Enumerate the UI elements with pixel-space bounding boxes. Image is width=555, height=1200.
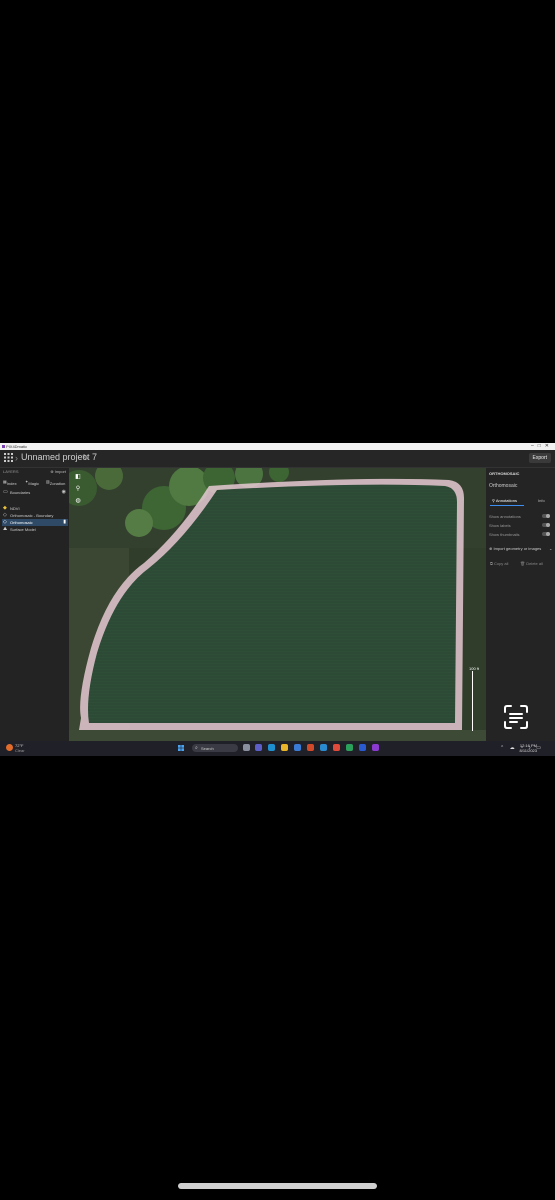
layer-item-orthomosaic[interactable]: ◇ Orthomosaic ▮ <box>2 519 68 526</box>
option-label: Show labels <box>489 523 511 528</box>
pin-icon[interactable]: ⚲ <box>73 484 83 494</box>
chevron-right-icon: › <box>15 453 18 463</box>
edit-pencil-icon[interactable]: ✎ <box>82 453 89 462</box>
panel-tabs: ⚲ Annotations Info <box>488 495 554 506</box>
copy-all-label: Copy all <box>493 561 509 566</box>
weather-desc: Clear <box>15 748 25 753</box>
clock[interactable]: 12:16 PM 8/11/2023 <box>520 743 538 753</box>
outlook-icon[interactable] <box>320 744 327 751</box>
tab-annotations-label: Annotations <box>495 498 517 503</box>
globe-icon[interactable]: ◍ <box>73 496 83 506</box>
map-viewport[interactable]: ◧ ⚲ ◍ 100 ft <box>69 468 486 741</box>
window-title: PIX4Dmatic <box>6 444 28 449</box>
boundaries-label: Boundaries <box>10 490 31 495</box>
scale-label: 100 ft <box>469 666 480 671</box>
pix4d-taskbar-icon[interactable] <box>372 744 379 751</box>
excel-icon[interactable] <box>346 744 353 751</box>
index-label: Index <box>6 481 17 486</box>
map-toolbar: ◧ ⚲ ◍ <box>73 472 87 508</box>
tab-info[interactable]: Info <box>538 498 545 503</box>
boundaries-row[interactable]: ▭ Boundaries ◉ <box>2 489 68 496</box>
boundaries-icon: ▭ <box>3 489 8 495</box>
layer-tools: ▦ Index ✦ Magic ▥ Zonation <box>0 477 69 486</box>
tab-annotations[interactable]: ⚲ Annotations <box>492 498 517 503</box>
layer-label: Surface Model <box>10 527 36 532</box>
delete-all-button[interactable]: 🗑 Delete all <box>520 561 543 566</box>
scale-bar <box>472 671 473 731</box>
weather-icon <box>6 744 13 751</box>
visibility-icon[interactable]: ◉ <box>62 489 66 496</box>
file-explorer-icon[interactable] <box>281 744 288 751</box>
layer-label: Orthomosaic <box>10 520 33 525</box>
ndvi-icon: ◆ <box>3 505 7 511</box>
index-tool[interactable]: ▦ Index <box>3 479 17 486</box>
scan-text-icon[interactable] <box>503 704 529 730</box>
layers-panel: LAYERS ⊕ Import ▦ Index ✦ Magic ▥ Zonati… <box>0 468 70 741</box>
orthomosaic-icon: ◇ <box>3 519 7 525</box>
edge-icon[interactable] <box>268 744 275 751</box>
layer-item-surface-model[interactable]: ⛰ Surface Model <box>2 526 68 533</box>
word-icon[interactable] <box>359 744 366 751</box>
chat-icon[interactable] <box>255 744 262 751</box>
boundary-icon: ◇ <box>3 512 7 518</box>
option-label: Show thumbnails <box>489 532 520 537</box>
properties-panel: ORTHOMOSAIC Orthomosaic ⚲ Annotations In… <box>486 468 555 741</box>
app-screenshot: PIX4Dmatic –□✕ › Unnamed project 7 ✎ Exp… <box>0 443 555 756</box>
layers-header: LAYERS <box>3 469 19 474</box>
windows-start-icon[interactable] <box>178 745 184 751</box>
window-controls[interactable]: –□✕ <box>531 443 553 450</box>
search-icon: ⌕ <box>195 745 198 751</box>
import-button[interactable]: ⊕ Import <box>50 469 66 474</box>
show-labels-toggle[interactable] <box>542 523 550 527</box>
layers-toggle-icon[interactable]: ◧ <box>73 472 83 482</box>
chevron-down-icon[interactable]: ⌄ <box>549 546 552 551</box>
zonation-tool[interactable]: ▥ Zonation <box>46 479 65 486</box>
magic-label: Magic <box>28 481 40 486</box>
clock-date: 8/11/2023 <box>519 748 538 753</box>
layer-label: NDVI <box>10 506 20 511</box>
task-view-icon[interactable] <box>243 744 250 751</box>
panel-subtitle[interactable]: Orthomosaic <box>489 483 517 489</box>
show-annotations-toggle[interactable] <box>542 514 550 518</box>
office-icon[interactable] <box>307 744 314 751</box>
copy-all-button[interactable]: ⧉ Copy all <box>490 561 508 566</box>
option-label: Show annotations <box>489 514 521 519</box>
search-placeholder: Search <box>201 746 214 751</box>
mail-icon[interactable] <box>294 744 301 751</box>
app-header: › Unnamed project 7 ✎ Export <box>0 450 555 468</box>
magic-tool[interactable]: ✦ Magic <box>25 479 39 486</box>
app-logo-icon <box>2 445 5 448</box>
export-button[interactable]: Export <box>528 453 551 463</box>
apps-grid-icon[interactable] <box>4 453 13 462</box>
layer-item-ndvi[interactable]: ◆ NDVI <box>2 505 68 512</box>
import-geometry-button[interactable]: ⊕ Import geometry or images <box>489 546 541 551</box>
show-thumbnails-toggle[interactable] <box>542 532 550 536</box>
trash-icon[interactable]: ▮ <box>63 519 66 526</box>
panel-title: ORTHOMOSAIC <box>489 471 520 476</box>
active-tab-underline <box>490 505 524 506</box>
zonation-label: Zonation <box>49 481 66 486</box>
window-titlebar: PIX4Dmatic –□✕ <box>0 443 555 450</box>
chrome-icon[interactable] <box>333 744 340 751</box>
orthomosaic-image <box>69 468 486 741</box>
import-geometry-label: Import geometry or images <box>493 546 542 551</box>
home-indicator[interactable] <box>178 1183 377 1189</box>
delete-all-label: Delete all <box>526 561 543 566</box>
show-thumbnails-option: Show thumbnails <box>489 531 553 539</box>
layer-label: Orthomosaic - Boundary <box>10 513 54 518</box>
surface-model-icon: ⛰ <box>3 526 8 532</box>
import-label: Import <box>54 469 66 474</box>
show-labels-option: Show labels <box>489 522 553 530</box>
show-annotations-option: Show annotations <box>489 513 553 521</box>
layer-item-boundary[interactable]: ◇ Orthomosaic - Boundary <box>2 512 68 519</box>
windows-taskbar: 72°F Clear ⌕ Search ⌃ ☁ ◔ ♪ ▭ 12:16 PM 8… <box>0 741 555 756</box>
taskbar-search[interactable]: ⌕ Search <box>192 744 238 752</box>
